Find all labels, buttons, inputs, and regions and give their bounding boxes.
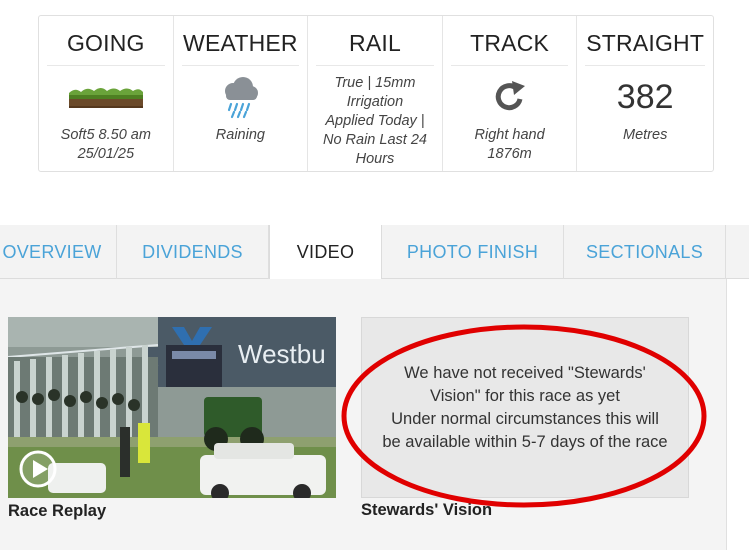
going-heading: GOING bbox=[47, 16, 165, 66]
message-line: We have not received "Stewards' bbox=[404, 363, 646, 382]
race-conditions-panel: GOING Soft5 8.50 am 25/01/25 WEATHER Rai… bbox=[38, 15, 714, 172]
tab-dividends[interactable]: DIVIDENDS bbox=[117, 225, 269, 279]
westbury-signage: Westbu bbox=[238, 339, 326, 369]
weather-column: WEATHER Raining bbox=[174, 16, 309, 171]
tab-overview[interactable]: OVERVIEW bbox=[0, 225, 117, 279]
tab-photo-finish[interactable]: PHOTO FINISH bbox=[382, 225, 564, 279]
straight-column: STRAIGHT 382 Metres bbox=[577, 16, 713, 171]
rail-line: True | 15mm bbox=[334, 75, 416, 91]
message-line: Vision" for this race as yet bbox=[430, 386, 620, 405]
track-detail: Right hand 1876m bbox=[475, 126, 545, 164]
race-replay-thumbnail[interactable]: Westbu bbox=[8, 317, 336, 498]
stewards-vision-caption: Stewards' Vision bbox=[361, 501, 493, 519]
straight-heading: STRAIGHT bbox=[585, 16, 705, 66]
rail-line: Irrigation bbox=[346, 94, 404, 110]
rail-detail: True | 15mm Irrigation Applied Today | N… bbox=[323, 74, 427, 169]
tab-sectionals[interactable]: SECTIONALS bbox=[564, 225, 726, 279]
weather-detail: Raining bbox=[215, 127, 265, 143]
message-line: be available within 5-7 days of the race bbox=[382, 432, 668, 451]
going-rating: Soft5 8.50 am bbox=[60, 127, 151, 143]
going-date: 25/01/25 bbox=[77, 146, 135, 162]
video-tab-content: Westbu Race Replay We have not received … bbox=[0, 279, 727, 550]
stewards-vision-placeholder: We have not received "Stewards' Vision" … bbox=[361, 317, 689, 498]
clockwise-arrow-icon bbox=[492, 68, 528, 126]
rail-column: RAIL True | 15mm Irrigation Applied Toda… bbox=[308, 16, 443, 171]
straight-value: 382 bbox=[616, 78, 674, 116]
straight-unit: Metres bbox=[623, 127, 668, 143]
rail-line: Hours bbox=[355, 151, 395, 167]
stewards-unavailable-message: We have not received "Stewards' Vision" … bbox=[376, 362, 673, 454]
track-length: 1876m bbox=[487, 146, 532, 162]
rail-line: No Rain Last 24 bbox=[322, 132, 427, 148]
race-replay-caption[interactable]: Race Replay bbox=[8, 502, 106, 521]
tab-video[interactable]: VIDEO bbox=[269, 225, 382, 280]
track-heading: TRACK bbox=[450, 16, 569, 66]
going-detail: Soft5 8.50 am 25/01/25 bbox=[61, 126, 151, 164]
rail-heading: RAIL bbox=[316, 16, 434, 66]
message-line: Under normal circumstances this will bbox=[391, 409, 659, 428]
rail-line: Applied Today | bbox=[325, 113, 425, 129]
rain-cloud-icon bbox=[218, 68, 262, 126]
results-tabbar: OVERVIEW DIVIDENDS VIDEO PHOTO FINISH SE… bbox=[0, 225, 749, 280]
going-column: GOING Soft5 8.50 am 25/01/25 bbox=[39, 16, 174, 171]
track-column: TRACK Right hand 1876m bbox=[443, 16, 578, 171]
track-direction: Right hand bbox=[474, 127, 545, 143]
weather-heading: WEATHER bbox=[181, 16, 300, 66]
turf-icon bbox=[67, 68, 145, 126]
